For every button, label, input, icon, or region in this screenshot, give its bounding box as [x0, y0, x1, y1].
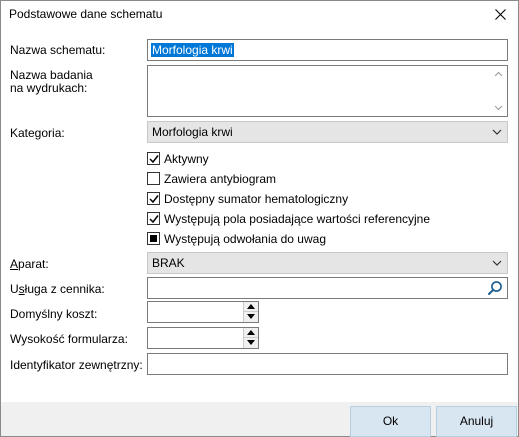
cancel-button[interactable]: Anuluj — [436, 406, 517, 437]
checkbox-box — [147, 232, 160, 245]
checkmark-icon — [149, 215, 159, 224]
stepper-up-button[interactable] — [244, 328, 258, 338]
checkbox-box — [147, 172, 160, 185]
service-input[interactable] — [147, 277, 508, 299]
form-height-stepper[interactable] — [147, 327, 259, 349]
cost-stepper[interactable] — [147, 301, 259, 323]
scroll-up-arrow[interactable] — [490, 66, 507, 83]
name-value: Morfologia krwi — [151, 43, 234, 57]
search-icon[interactable] — [487, 280, 503, 296]
checkbox-label: Występują odwołania do uwag — [164, 232, 326, 246]
checkmark-icon — [149, 155, 159, 164]
category-value: Morfologia krwi — [152, 125, 233, 139]
device-value: BRAK — [152, 256, 185, 270]
indeterminate-mark — [150, 235, 157, 242]
window-title: Podstawowe dane schematu — [9, 7, 163, 21]
chevron-down-icon — [494, 105, 503, 111]
stepper-buttons — [243, 302, 258, 322]
checkmark-icon — [149, 195, 159, 204]
printout-name-textarea[interactable] — [147, 65, 508, 117]
checkbox-box — [147, 212, 160, 225]
cost-label: Domyślny koszt: — [10, 307, 98, 321]
chevron-down-icon — [492, 260, 502, 266]
textarea-scrollbar[interactable] — [490, 66, 507, 116]
device-label: Aparat: — [10, 257, 49, 271]
checkbox-box — [147, 152, 160, 165]
close-icon — [495, 9, 506, 20]
service-label: Usługa z cennika: — [10, 282, 105, 296]
category-label: Kategoria: — [10, 126, 65, 140]
triangle-up-icon — [247, 304, 255, 309]
printout-label-line1: Nazwa badania — [10, 68, 93, 82]
checkbox-box — [147, 192, 160, 205]
triangle-down-icon — [247, 314, 255, 319]
dialog: Podstawowe dane schematu Nazwa schematu:… — [0, 0, 519, 437]
category-select[interactable]: Morfologia krwi — [147, 121, 508, 143]
triangle-up-icon — [247, 330, 255, 335]
form-height-label: Wysokość formularza: — [10, 332, 128, 346]
close-button[interactable] — [488, 3, 512, 25]
ok-button[interactable]: Ok — [350, 406, 431, 437]
stepper-up-button[interactable] — [244, 302, 258, 312]
checkbox-label: Występują pola posiadające wartości refe… — [164, 212, 431, 226]
stepper-down-button[interactable] — [244, 312, 258, 322]
chevron-down-icon — [492, 129, 502, 135]
checkbox-label: Zawiera antybiogram — [164, 172, 277, 186]
name-input[interactable]: Morfologia krwi — [147, 39, 508, 61]
stepper-down-button[interactable] — [244, 338, 258, 348]
checkbox-label: Aktywny — [164, 152, 209, 166]
external-id-label: Identyfikator zewnętrzny: — [10, 358, 143, 372]
external-id-input[interactable] — [147, 353, 508, 375]
stepper-buttons — [243, 328, 258, 348]
device-select[interactable]: BRAK — [147, 252, 508, 274]
printout-label-line2: na wydrukach: — [10, 81, 88, 95]
triangle-down-icon — [247, 340, 255, 345]
scroll-down-arrow[interactable] — [490, 99, 507, 116]
title-bar: Podstawowe dane schematu — [1, 1, 518, 29]
name-label: Nazwa schematu: — [10, 43, 106, 57]
checkbox-label: Dostępny sumator hematologiczny — [164, 192, 349, 206]
chevron-up-icon — [494, 71, 503, 77]
